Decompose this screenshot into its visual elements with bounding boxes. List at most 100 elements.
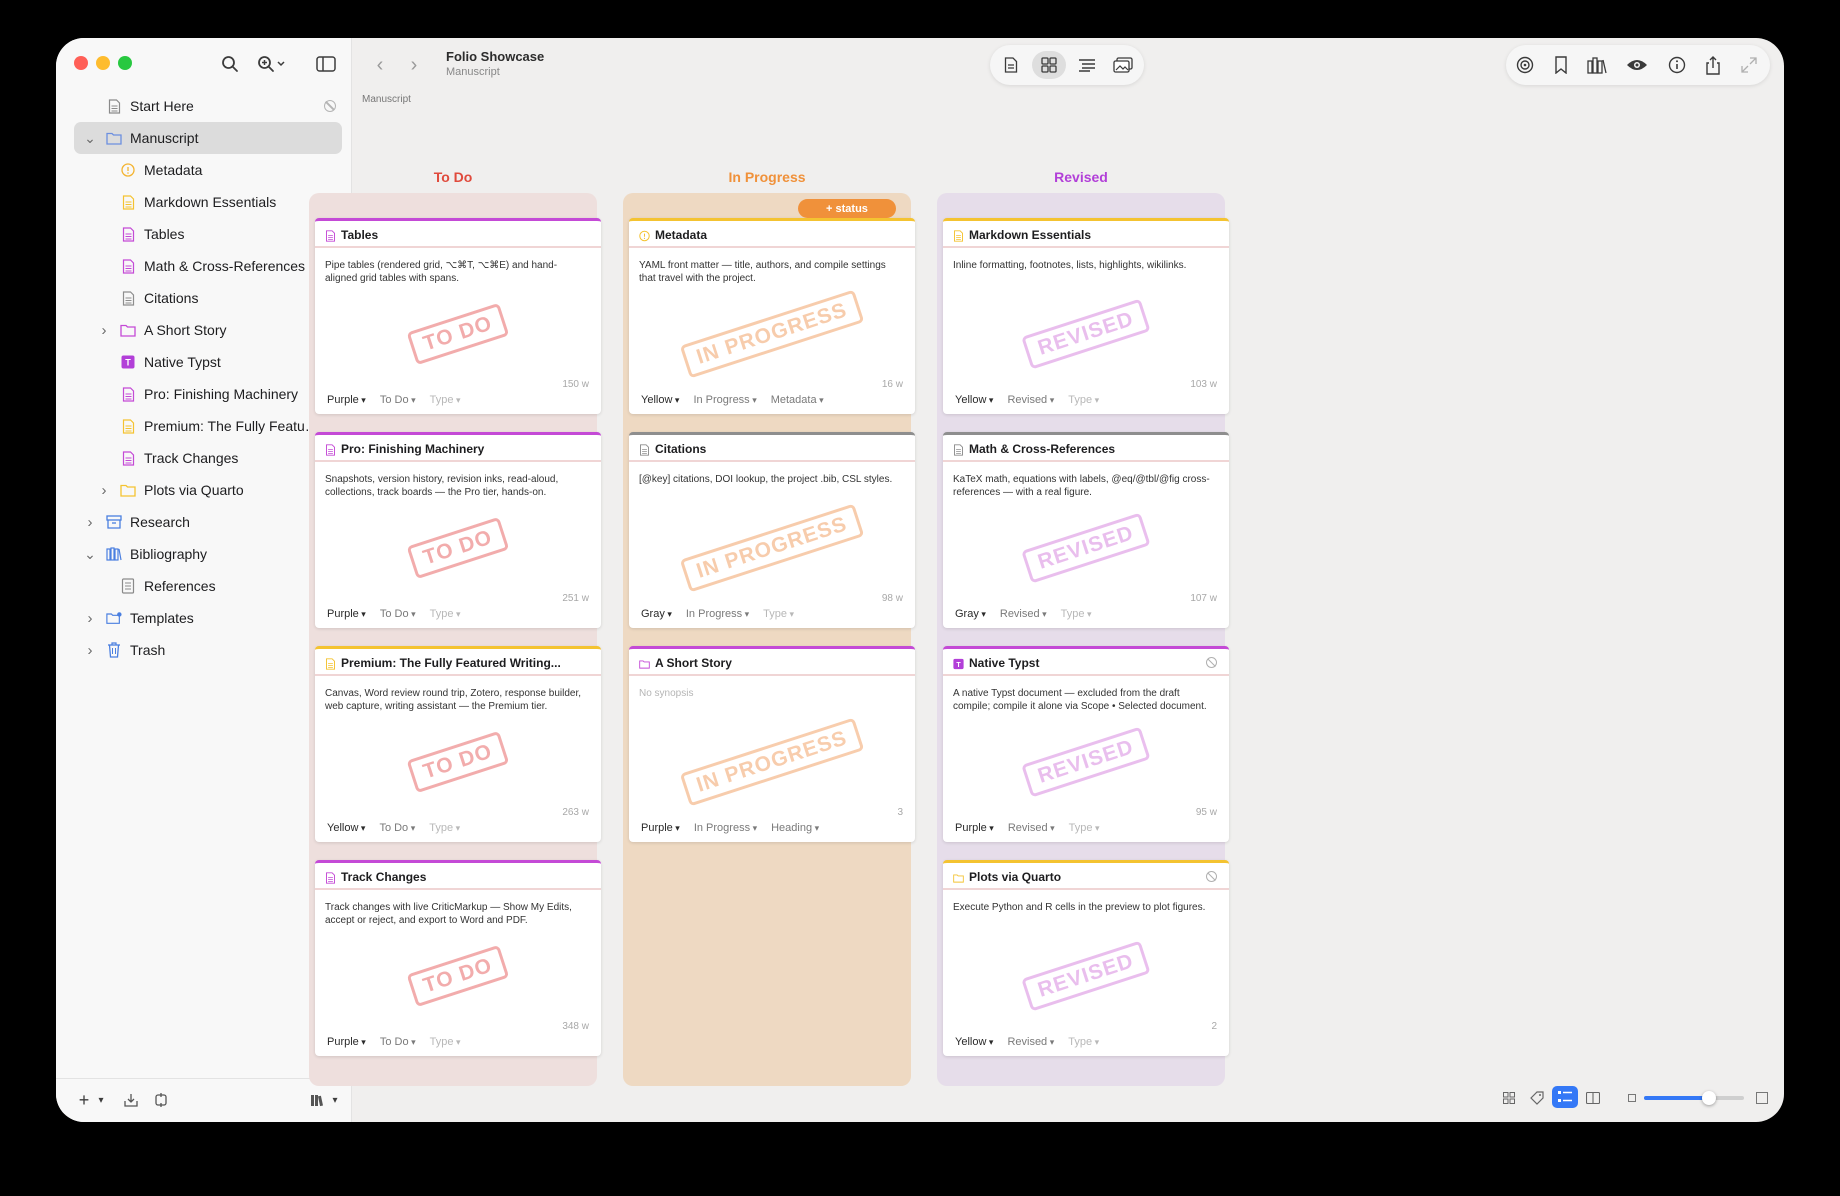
bookmark-icon[interactable]	[1544, 51, 1578, 79]
import-icon[interactable]	[120, 1090, 142, 1110]
sidebar-item[interactable]: Pro: Finishing Machinery	[56, 378, 352, 410]
status-dropdown[interactable]: In Progress	[686, 608, 749, 620]
label-dropdown[interactable]: Purple	[327, 1036, 366, 1048]
index-card[interactable]: T Native Typst A native Typst document — e…	[943, 646, 1229, 842]
index-card[interactable]: Premium: The Fully Featured Writing... Ca…	[315, 646, 601, 842]
label-dropdown[interactable]: Purple	[327, 394, 366, 406]
status-dropdown[interactable]: In Progress	[693, 394, 756, 406]
type-dropdown[interactable]: Type	[430, 608, 461, 620]
label-dropdown[interactable]: Yellow	[955, 394, 993, 406]
type-dropdown[interactable]: Type	[430, 1036, 461, 1048]
target-icon[interactable]	[1508, 51, 1542, 79]
toggle-sidebar-icon[interactable]	[314, 52, 338, 76]
type-dropdown[interactable]: Type	[1068, 1036, 1099, 1048]
chevron-right-icon[interactable]: ›	[84, 610, 96, 627]
info-icon[interactable]	[1660, 51, 1694, 79]
chevron-down-icon[interactable]: ⌄	[84, 130, 96, 146]
sidebar-item[interactable]: ⌄ Bibliography	[56, 538, 352, 570]
columns-icon[interactable]	[1582, 1088, 1604, 1108]
sidebar-item[interactable]: › Templates	[56, 602, 352, 634]
add-icon[interactable]: +	[74, 1090, 94, 1110]
index-card[interactable]: Pro: Finishing Machinery Snapshots, versi…	[315, 432, 601, 628]
status-dropdown[interactable]: Revised	[1008, 822, 1055, 834]
sidebar-item[interactable]: Metadata	[56, 154, 352, 186]
status-dropdown[interactable]: Revised	[1007, 1036, 1054, 1048]
type-dropdown[interactable]: Metadata	[771, 394, 824, 406]
outline-view-icon[interactable]	[1070, 51, 1104, 79]
sidebar-item[interactable]: ⌄ Manuscript	[74, 122, 342, 154]
status-dropdown[interactable]: Revised	[1007, 394, 1054, 406]
label-dropdown[interactable]: Purple	[955, 822, 994, 834]
status-dropdown[interactable]: To Do	[380, 608, 416, 620]
label-tag-icon[interactable]	[1526, 1088, 1548, 1108]
label-dropdown[interactable]: Yellow	[955, 1036, 993, 1048]
minimize-window-button[interactable]	[96, 56, 110, 70]
chevron-right-icon[interactable]: ›	[84, 514, 96, 531]
chevron-down-icon[interactable]: ▾	[328, 1090, 342, 1110]
back-arrow-icon[interactable]: ‹	[366, 52, 394, 78]
sidebar-item[interactable]: References	[56, 570, 352, 602]
type-dropdown[interactable]: Type	[1069, 822, 1100, 834]
index-card[interactable]: Tables Pipe tables (rendered grid, ⌥⌘T, ⌥…	[315, 218, 601, 414]
type-dropdown[interactable]: Type	[430, 394, 461, 406]
sidebar-item[interactable]: › Trash	[56, 634, 352, 666]
fullscreen-icon[interactable]	[1732, 51, 1766, 79]
library-icon[interactable]	[306, 1090, 328, 1110]
sidebar-item[interactable]: Markdown Essentials	[56, 186, 352, 218]
editor-view-icon[interactable]	[994, 51, 1028, 79]
type-dropdown[interactable]: Type	[1061, 608, 1092, 620]
index-card[interactable]: Track Changes Track changes with live Cri…	[315, 860, 601, 1056]
share-icon[interactable]	[1696, 51, 1730, 79]
index-card[interactable]: Plots via Quarto Execute Python and R cel…	[943, 860, 1229, 1056]
label-dropdown[interactable]: Yellow	[641, 394, 679, 406]
zoom-slider-knob[interactable]	[1702, 1091, 1716, 1105]
status-dropdown[interactable]: To Do	[380, 394, 416, 406]
sidebar-item[interactable]: Premium: The Fully Feature...	[56, 410, 352, 442]
status-dropdown[interactable]: To Do	[379, 822, 415, 834]
chevron-right-icon[interactable]: ›	[84, 642, 96, 659]
index-card[interactable]: Citations [@key] citations, DOI lookup, t…	[629, 432, 915, 628]
sidebar-item[interactable]: › Plots via Quarto	[56, 474, 352, 506]
add-status-button[interactable]: + status	[798, 199, 896, 218]
corkboard-view-icon[interactable]	[1032, 51, 1066, 79]
sidebar-item[interactable]: Start Here	[56, 90, 352, 122]
sidebar-item[interactable]: Citations	[56, 282, 352, 314]
sidebar-item[interactable]: T Native Typst	[56, 346, 352, 378]
index-card[interactable]: Metadata YAML front matter — title, autho…	[629, 218, 915, 414]
zoom-window-button[interactable]	[118, 56, 132, 70]
sidebar-item[interactable]: Tables	[56, 218, 352, 250]
sidebar-item[interactable]: Math & Cross-References	[56, 250, 352, 282]
close-window-button[interactable]	[74, 56, 88, 70]
label-dropdown[interactable]: Purple	[641, 822, 680, 834]
label-dropdown[interactable]: Gray	[955, 608, 986, 620]
status-mode-icon[interactable]	[1552, 1086, 1578, 1108]
type-dropdown[interactable]: Type	[763, 608, 794, 620]
type-dropdown[interactable]: Heading	[771, 822, 819, 834]
sidebar-item[interactable]: Track Changes	[56, 442, 352, 474]
media-view-icon[interactable]	[1106, 51, 1140, 79]
status-dropdown[interactable]: Revised	[1000, 608, 1047, 620]
sidebar-item[interactable]: › A Short Story	[56, 314, 352, 346]
label-dropdown[interactable]: Yellow	[327, 822, 365, 834]
chevron-down-icon[interactable]: ▾	[94, 1090, 108, 1110]
zoom-menu-icon[interactable]	[254, 52, 290, 76]
type-dropdown[interactable]: Type	[429, 822, 460, 834]
chevron-down-icon[interactable]: ⌄	[84, 546, 96, 562]
index-card[interactable]: A Short Story No synopsis IN PROGRESS 3 Purp…	[629, 646, 915, 842]
preview-eye-icon[interactable]	[1620, 51, 1654, 79]
statistics-icon[interactable]	[1580, 51, 1614, 79]
zoom-slider[interactable]	[1644, 1091, 1744, 1105]
forward-arrow-icon[interactable]: ›	[400, 52, 428, 78]
status-dropdown[interactable]: In Progress	[694, 822, 757, 834]
grid-icon[interactable]	[1498, 1088, 1520, 1108]
index-card[interactable]: Math & Cross-References KaTeX math, equat…	[943, 432, 1229, 628]
index-card[interactable]: Markdown Essentials Inline formatting, fo…	[943, 218, 1229, 414]
sidebar-item[interactable]: › Research	[56, 506, 352, 538]
search-icon[interactable]	[218, 52, 242, 76]
sync-icon[interactable]	[150, 1090, 172, 1110]
chevron-right-icon[interactable]: ›	[98, 322, 110, 339]
label-dropdown[interactable]: Purple	[327, 608, 366, 620]
type-dropdown[interactable]: Type	[1068, 394, 1099, 406]
chevron-right-icon[interactable]: ›	[98, 482, 110, 499]
label-dropdown[interactable]: Gray	[641, 608, 672, 620]
